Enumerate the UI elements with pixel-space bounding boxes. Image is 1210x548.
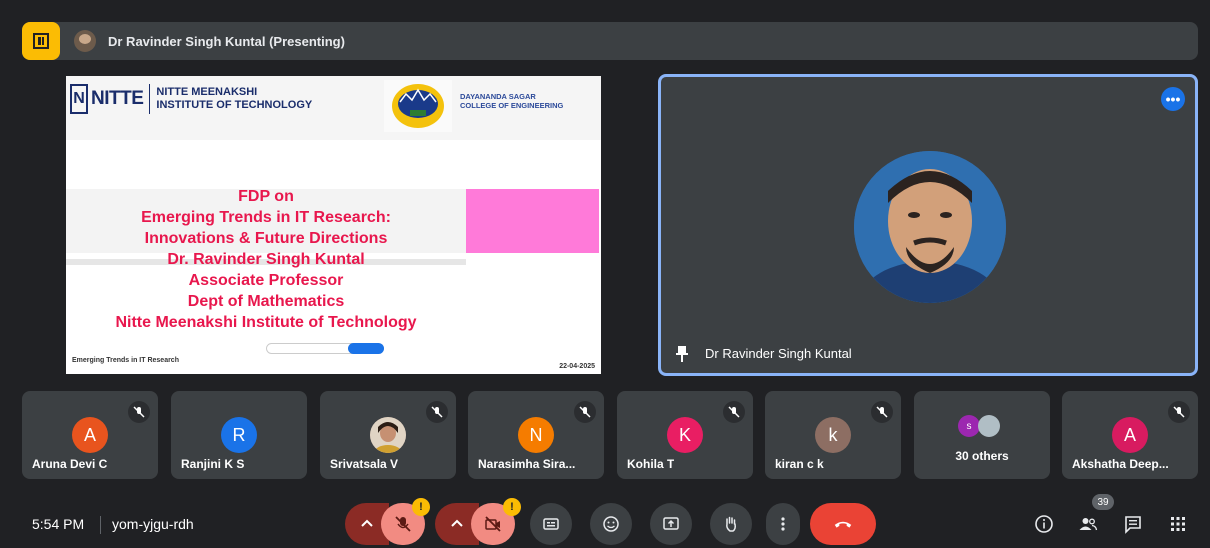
raise-hand-button[interactable] — [710, 503, 752, 545]
slide-dept-line: Dept of Mathematics — [187, 293, 345, 310]
avatar: A — [1112, 417, 1148, 453]
participant-tile[interactable]: Srivatsala V — [320, 391, 456, 479]
participant-name: Narasimha Sira... — [478, 457, 576, 471]
more-options-icon — [781, 517, 785, 531]
participant-tile[interactable]: k kiran c k — [765, 391, 901, 479]
chat-icon — [1125, 516, 1141, 534]
camera-alert-badge: ! — [503, 498, 521, 516]
nitte-logo: N NITTE NITTE MEENAKSHI INSTITUTE OF TEC… — [70, 84, 312, 114]
speaker-name: Dr Ravinder Singh Kuntal — [705, 346, 852, 361]
chevron-up-icon — [451, 519, 463, 527]
slide-footer-title: Emerging Trends in IT Research — [72, 357, 179, 364]
camera-off-icon — [485, 516, 501, 532]
nitte-wordmark: NITTE — [91, 88, 144, 109]
activities-button[interactable] — [1166, 512, 1190, 536]
logo-divider — [149, 84, 151, 114]
participant-name: kiran c k — [775, 457, 824, 471]
mic-off-icon — [723, 401, 745, 423]
nitte-inst-line2: INSTITUTE OF TECHNOLOGY — [156, 99, 313, 111]
mic-alert-badge: ! — [412, 498, 430, 516]
participant-name: Akshatha Deep... — [1072, 457, 1169, 471]
slide-title-line: Emerging Trends in IT Research: — [141, 209, 391, 226]
participant-tile[interactable]: K Kohila T — [617, 391, 753, 479]
people-button[interactable] — [1076, 512, 1100, 536]
mic-off-icon — [871, 401, 893, 423]
info-icon — [1035, 515, 1053, 533]
avatar — [370, 417, 406, 453]
activities-icon — [1171, 517, 1185, 531]
avatar: N — [518, 417, 554, 453]
mic-off-icon — [395, 516, 411, 532]
nitte-institute-name: NITTE MEENAKSHI INSTITUTE OF TECHNOLOGY — [156, 86, 312, 112]
meeting-time: 5:54 PM — [32, 516, 85, 532]
presenting-bar: Dr Ravinder Singh Kuntal (Presenting) — [22, 22, 1198, 60]
mic-off-icon — [426, 401, 448, 423]
others-tile[interactable]: s 30 others — [914, 391, 1050, 479]
speaker-avatar — [854, 151, 1006, 303]
dsce-college-name: DAYANANDA SAGAR COLLEGE OF ENGINEERING — [460, 92, 563, 110]
participant-tile[interactable]: R Ranjini K S — [171, 391, 307, 479]
participant-name: Srivatsala V — [330, 457, 399, 471]
presenter-avatar — [74, 30, 96, 52]
dsce-emblem-icon — [384, 80, 452, 132]
participant-tile[interactable]: A Aruna Devi C — [22, 391, 158, 479]
mic-off-icon — [1168, 401, 1190, 423]
avatar: K — [667, 417, 703, 453]
leave-call-button[interactable] — [810, 503, 876, 545]
divider — [100, 516, 101, 534]
speaker-tile[interactable]: ••• Dr Ravinder Singh Kuntal — [658, 74, 1198, 376]
nitte-inst-line1: NITTE MEENAKSHI — [156, 86, 258, 98]
present-screen-icon — [663, 517, 679, 530]
emoji-icon — [603, 516, 619, 532]
dsce-line2: COLLEGE OF ENGINEERING — [460, 101, 564, 110]
slide-presenter-line: Dr. Ravinder Singh Kuntal — [167, 251, 365, 268]
slide-title-line: Innovations & Future Directions — [144, 230, 388, 247]
chevron-up-icon — [361, 519, 373, 527]
slide-title-block: FDP on Emerging Trends in IT Research: I… — [66, 186, 601, 333]
meeting-code: yom-yjgu-rdh — [112, 516, 194, 532]
mic-off-icon — [128, 401, 150, 423]
hangup-icon — [834, 521, 852, 528]
participant-name: Aruna Devi C — [32, 457, 108, 471]
avatar: R — [221, 417, 257, 453]
participant-name: Ranjini K S — [181, 457, 245, 471]
others-count-label: 30 others — [955, 449, 1009, 463]
shared-slide: N NITTE NITTE MEENAKSHI INSTITUTE OF TEC… — [66, 76, 601, 374]
slide-mini-button — [348, 343, 384, 354]
slide-institute-line: Nitte Meenakshi Institute of Technology — [115, 314, 417, 331]
emoji-button[interactable] — [590, 503, 632, 545]
slide-designation-line: Associate Professor — [188, 272, 344, 289]
mic-off-icon — [574, 401, 596, 423]
slide-footer-date: 22-04-2025 — [559, 363, 595, 370]
participant-tile[interactable]: N Narasimha Sira... — [468, 391, 604, 479]
slide-title-line: FDP on — [238, 188, 294, 205]
participant-name: Kohila T — [627, 457, 675, 471]
people-icon — [1079, 518, 1098, 531]
more-options-button[interactable] — [766, 503, 800, 545]
raise-hand-icon — [726, 516, 736, 532]
avatar: s — [958, 415, 980, 437]
captions-icon — [543, 518, 559, 530]
chat-button[interactable] — [1121, 512, 1145, 536]
avatar — [978, 415, 1000, 437]
presenting-label: Dr Ravinder Singh Kuntal (Presenting) — [108, 33, 345, 49]
avatar: A — [72, 417, 108, 453]
dsce-line1: DAYANANDA SAGAR — [460, 92, 536, 101]
participant-tile[interactable]: A Akshatha Deep... — [1062, 391, 1198, 479]
tile-more-options-icon[interactable]: ••• — [1161, 87, 1185, 111]
people-count-badge: 39 — [1092, 494, 1114, 510]
present-now-button[interactable] — [650, 503, 692, 545]
pin-icon[interactable] — [675, 345, 689, 363]
avatar: k — [815, 417, 851, 453]
nitte-n-mark: N — [70, 84, 88, 114]
meeting-details-button[interactable] — [1032, 512, 1056, 536]
present-icon[interactable] — [22, 22, 60, 60]
captions-button[interactable] — [530, 503, 572, 545]
